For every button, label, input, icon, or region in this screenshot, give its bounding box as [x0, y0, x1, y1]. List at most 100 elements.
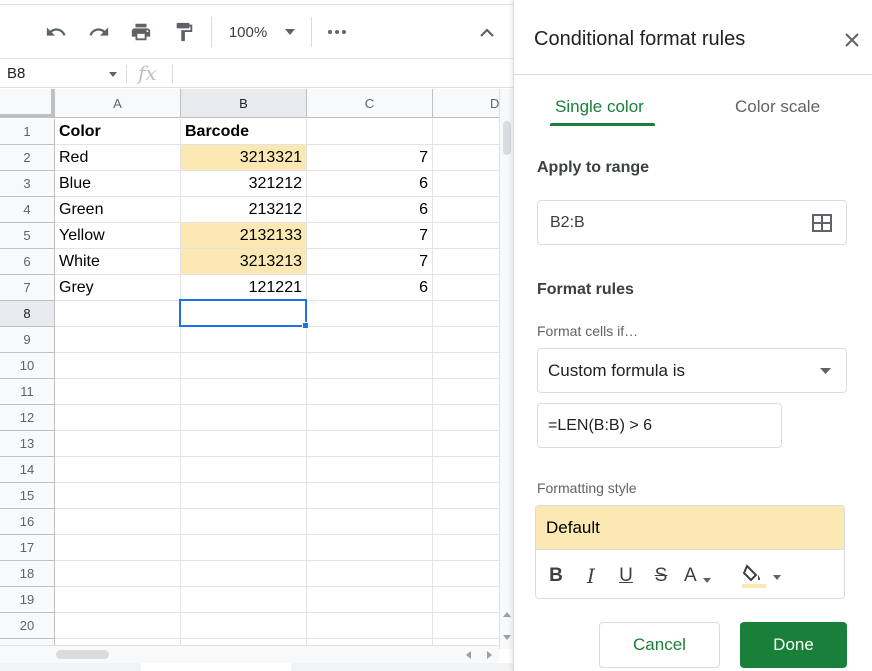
sheet-tab-bar: [0, 663, 513, 671]
range-input[interactable]: B2:B: [537, 200, 847, 245]
row-header[interactable]: 8: [0, 301, 55, 327]
condition-select[interactable]: Custom formula is: [537, 348, 847, 393]
italic-icon[interactable]: I: [581, 564, 601, 588]
scroll-left-icon[interactable]: [466, 651, 471, 659]
paint-format-icon[interactable]: [168, 17, 200, 47]
cell-c7[interactable]: 6: [307, 275, 433, 301]
spreadsheet-area: 100% B8 fx A B C D 1 2 3 4 5 6 7 8 9 10 …: [0, 0, 513, 671]
fill-color-icon[interactable]: [741, 564, 785, 588]
row-header[interactable]: 5: [0, 223, 55, 249]
cell-a5[interactable]: Yellow: [55, 223, 181, 249]
scrollbar-thumb[interactable]: [503, 121, 511, 155]
row-header[interactable]: 17: [0, 535, 55, 561]
column-header-a[interactable]: A: [55, 89, 181, 118]
style-preview-text: Default: [546, 518, 600, 537]
column-header-d[interactable]: D: [433, 89, 499, 118]
chevron-down-icon: [773, 574, 781, 580]
chevron-down-icon[interactable]: [109, 72, 117, 77]
row-header[interactable]: 2: [0, 145, 55, 171]
row-header[interactable]: 4: [0, 197, 55, 223]
cell-a2[interactable]: Red: [55, 145, 181, 171]
tab-single-color[interactable]: Single color: [555, 97, 644, 117]
row-header[interactable]: 11: [0, 379, 55, 405]
cell-a1[interactable]: Color: [55, 119, 181, 145]
row-header[interactable]: 13: [0, 431, 55, 457]
cell-b3[interactable]: 321212: [181, 171, 307, 197]
more-icon[interactable]: [322, 17, 352, 47]
cell-b1[interactable]: Barcode: [181, 119, 307, 145]
cell-b5[interactable]: 2132133: [181, 223, 307, 249]
fx-icon: fx: [138, 61, 157, 85]
row-header[interactable]: 20: [0, 613, 55, 639]
divider: [126, 65, 127, 83]
cell-a3[interactable]: Blue: [55, 171, 181, 197]
cell-c2[interactable]: 7: [307, 145, 433, 171]
row-header[interactable]: 7: [0, 275, 55, 301]
scroll-down-icon[interactable]: [503, 635, 511, 640]
cell-b2[interactable]: 3213321: [181, 145, 307, 171]
row-header[interactable]: 18: [0, 561, 55, 587]
cell-a7[interactable]: Grey: [55, 275, 181, 301]
column-header-c[interactable]: C: [307, 89, 433, 118]
cell-c5[interactable]: 7: [307, 223, 433, 249]
grid-select-icon[interactable]: [812, 214, 832, 232]
row-header[interactable]: 15: [0, 483, 55, 509]
row-header[interactable]: 9: [0, 327, 55, 353]
apply-to-range-title: Apply to range: [537, 159, 650, 176]
cell-b6[interactable]: 3213213: [181, 249, 307, 275]
undo-icon[interactable]: [40, 17, 72, 47]
format-rules-title: Format rules: [537, 281, 634, 298]
row-header[interactable]: 12: [0, 405, 55, 431]
horizontal-scrollbar[interactable]: [0, 645, 499, 663]
bold-icon[interactable]: B: [546, 564, 566, 588]
formula-input[interactable]: =LEN(B:B) > 6: [537, 403, 782, 448]
formatting-style-box: Default B I U S A: [535, 505, 845, 599]
zoom-select[interactable]: 100%: [222, 17, 302, 47]
column-header-b[interactable]: B: [181, 89, 307, 118]
cell-c4[interactable]: 6: [307, 197, 433, 223]
vertical-scrollbar[interactable]: [499, 89, 513, 649]
formula-value: =LEN(B:B) > 6: [548, 417, 653, 434]
zoom-value: 100%: [228, 23, 268, 41]
name-box[interactable]: B8: [7, 65, 25, 82]
cell-a6[interactable]: White: [55, 249, 181, 275]
fill-handle[interactable]: [302, 322, 309, 329]
app-window: 100% B8 fx A B C D 1 2 3 4 5 6 7 8 9 10 …: [0, 0, 872, 671]
sheet-tab[interactable]: [141, 663, 291, 671]
row-header[interactable]: 3: [0, 171, 55, 197]
underline-icon[interactable]: U: [616, 564, 636, 588]
row-header[interactable]: 6: [0, 249, 55, 275]
cell-c3[interactable]: 6: [307, 171, 433, 197]
done-button[interactable]: Done: [740, 622, 847, 668]
chevron-down-icon: [820, 368, 831, 374]
style-preview[interactable]: Default: [536, 506, 844, 550]
select-all-corner[interactable]: [0, 89, 55, 118]
cell-a4[interactable]: Green: [55, 197, 181, 223]
cancel-button[interactable]: Cancel: [599, 622, 720, 668]
cell-c6[interactable]: 7: [307, 249, 433, 275]
print-icon[interactable]: [125, 17, 157, 47]
row-header[interactable]: 16: [0, 509, 55, 535]
row-header[interactable]: 14: [0, 457, 55, 483]
collapse-icon[interactable]: [472, 17, 502, 47]
condition-value: Custom formula is: [548, 361, 685, 380]
row-header[interactable]: 10: [0, 353, 55, 379]
divider: [514, 74, 872, 75]
cell-selection[interactable]: [179, 299, 307, 327]
cell-b7[interactable]: 121221: [181, 275, 307, 301]
strikethrough-icon[interactable]: S: [651, 564, 671, 588]
scrollbar-thumb[interactable]: [56, 650, 109, 659]
scroll-up-icon[interactable]: [503, 612, 511, 617]
tab-color-scale[interactable]: Color scale: [735, 97, 820, 117]
row-header[interactable]: 19: [0, 587, 55, 613]
cell-grid: A B C D 1 2 3 4 5 6 7 8 9 10 11 12 13 14…: [0, 89, 499, 649]
toolbar: 100%: [0, 5, 513, 59]
close-icon[interactable]: [844, 32, 860, 48]
row-header[interactable]: 1: [0, 119, 55, 145]
format-cells-if-label: Format cells if…: [537, 323, 639, 339]
scroll-right-icon[interactable]: [487, 651, 492, 659]
text-color-icon[interactable]: A: [684, 564, 724, 588]
panel-title: Conditional format rules: [534, 28, 746, 50]
redo-icon[interactable]: [83, 17, 115, 47]
cell-b4[interactable]: 213212: [181, 197, 307, 223]
